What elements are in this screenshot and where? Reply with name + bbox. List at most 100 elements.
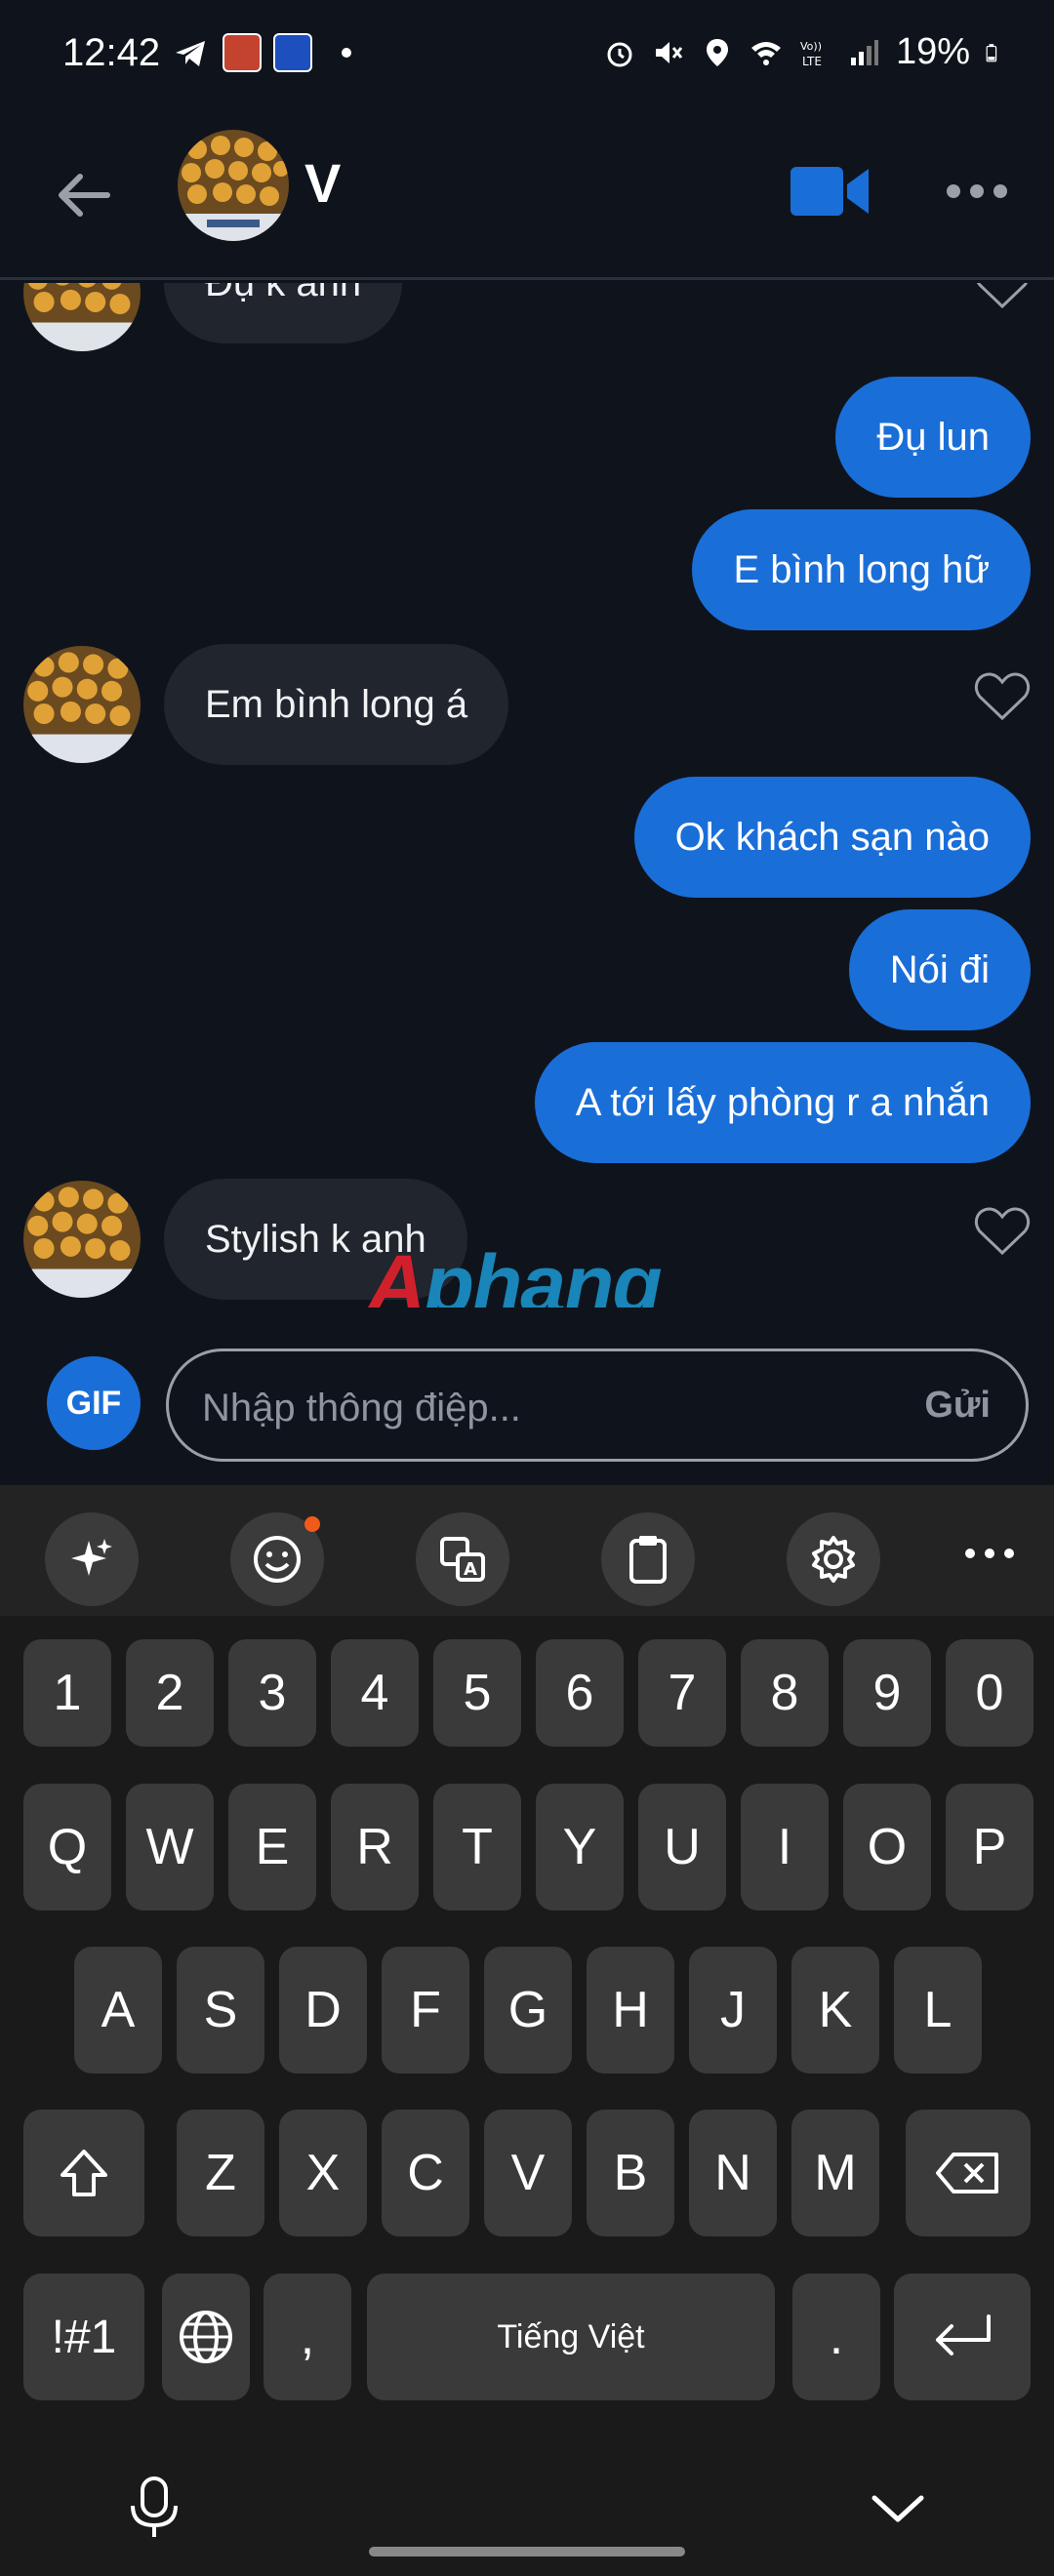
ai-sparkle-icon[interactable] [45, 1512, 139, 1606]
globe-icon [180, 2311, 232, 2363]
alarm-icon [607, 42, 632, 66]
key-o[interactable]: O [843, 1784, 931, 1911]
svg-text:LTE: LTE [802, 55, 822, 68]
key-p[interactable]: P [946, 1784, 1034, 1911]
key-t[interactable]: T [433, 1784, 521, 1911]
period-key[interactable]: . [792, 2274, 880, 2400]
key-3[interactable]: 3 [228, 1639, 316, 1747]
key-9[interactable]: 9 [843, 1639, 931, 1747]
sender-avatar[interactable] [23, 283, 141, 351]
key-g[interactable]: G [484, 1947, 572, 2073]
more-icon[interactable] [962, 1534, 1017, 1573]
heart-icon[interactable] [974, 283, 1031, 310]
key-b[interactable]: B [587, 2110, 674, 2236]
contact-avatar[interactable] [178, 130, 289, 241]
back-arrow-icon[interactable] [49, 161, 117, 229]
message-input[interactable]: Nhập thông điệp... Gửi [166, 1348, 1029, 1462]
key-s[interactable]: S [177, 1947, 264, 2073]
key-h[interactable]: H [587, 1947, 674, 2073]
contact-name[interactable]: V [304, 151, 341, 215]
enter-key[interactable] [894, 2274, 1031, 2400]
heart-icon[interactable] [974, 671, 1031, 722]
keyboard: A 1 2 3 4 5 6 7 8 9 0 Q W E R T Y U I O … [0, 1485, 1054, 2576]
gesture-nav-handle[interactable] [369, 2547, 685, 2556]
message-bubble-outgoing[interactable]: Đụ lun [835, 377, 1031, 498]
battery-icon [986, 43, 997, 61]
svg-text:Vo)): Vo)) [800, 40, 822, 53]
video-call-icon[interactable] [790, 161, 871, 221]
key-4[interactable]: 4 [331, 1639, 419, 1747]
avatar-image [23, 283, 141, 351]
key-r[interactable]: R [331, 1784, 419, 1911]
settings-icon[interactable] [787, 1512, 880, 1606]
key-6[interactable]: 6 [536, 1639, 624, 1747]
battery-percent: 19% [895, 31, 970, 72]
sender-avatar[interactable] [23, 646, 141, 763]
key-c[interactable]: C [382, 2110, 469, 2236]
key-k[interactable]: K [791, 1947, 879, 2073]
gif-button[interactable]: GIF [47, 1356, 141, 1450]
key-v[interactable]: V [484, 2110, 572, 2236]
heart-icon[interactable] [974, 1206, 1031, 1257]
key-n[interactable]: N [689, 2110, 777, 2236]
key-2[interactable]: 2 [126, 1639, 214, 1747]
hide-keyboard-icon[interactable] [869, 2492, 927, 2525]
f8bet-app-icon [273, 33, 312, 72]
chat-header: V [0, 112, 1054, 280]
more-options-icon[interactable] [945, 177, 1009, 206]
backspace-key[interactable] [906, 2110, 1031, 2236]
key-m[interactable]: M [791, 2110, 879, 2236]
sender-avatar[interactable] [23, 1181, 141, 1298]
avatar-image [23, 646, 141, 763]
message-bubble-outgoing[interactable]: A tới lấy phòng r a nhắn [534, 1042, 1031, 1163]
status-time: 12:42 [62, 31, 161, 74]
system-icons: Vo)) LTE 19% [603, 31, 1005, 73]
avatar-image [23, 1181, 141, 1298]
message-bubble-outgoing[interactable]: Ok khách sạn nào [633, 777, 1031, 898]
key-w[interactable]: W [126, 1784, 214, 1911]
key-y[interactable]: Y [536, 1784, 624, 1911]
message-bubble-outgoing[interactable]: E bình long hữ [692, 509, 1031, 630]
symbols-key[interactable]: !#1 [23, 2274, 144, 2400]
clipboard-icon[interactable] [601, 1512, 695, 1606]
key-i[interactable]: I [741, 1784, 829, 1911]
wifi-icon [750, 41, 781, 65]
emoji-icon[interactable] [230, 1512, 324, 1606]
key-7[interactable]: 7 [638, 1639, 726, 1747]
key-1[interactable]: 1 [23, 1639, 111, 1747]
avatar-image [178, 130, 289, 241]
telegram-icon [176, 41, 205, 66]
signal-icon [850, 39, 878, 65]
key-l[interactable]: L [894, 1947, 982, 2073]
space-key[interactable]: Tiếng Việt [367, 2274, 775, 2400]
key-a[interactable]: A [74, 1947, 162, 2073]
key-0[interactable]: 0 [946, 1639, 1034, 1747]
message-list[interactable]: Đụ k anh Đụ lun E bình long hữ Em bình l… [0, 283, 1054, 1308]
microphone-icon[interactable] [125, 2476, 183, 2539]
svg-text:A: A [464, 1559, 477, 1580]
status-bar: 12:42 Vo)) LTE 19% [0, 0, 1054, 112]
location-icon [706, 38, 728, 66]
key-8[interactable]: 8 [741, 1639, 829, 1747]
message-bubble-incoming[interactable]: Đụ k anh [164, 283, 403, 343]
key-d[interactable]: D [279, 1947, 367, 2073]
notification-icons [172, 33, 351, 72]
message-bubble-incoming[interactable]: Em bình long á [164, 644, 509, 765]
key-q[interactable]: Q [23, 1784, 111, 1911]
key-5[interactable]: 5 [433, 1639, 521, 1747]
backspace-icon [936, 2153, 998, 2194]
shift-key[interactable] [23, 2110, 144, 2236]
key-x[interactable]: X [279, 2110, 367, 2236]
message-bubble-outgoing[interactable]: Nói đi [848, 909, 1031, 1030]
key-f[interactable]: F [382, 1947, 469, 2073]
translate-icon[interactable]: A [416, 1512, 509, 1606]
key-e[interactable]: E [228, 1784, 316, 1911]
enter-icon [936, 2314, 991, 2355]
language-key[interactable] [162, 2274, 250, 2400]
key-j[interactable]: J [689, 1947, 777, 2073]
key-z[interactable]: Z [177, 2110, 264, 2236]
send-button[interactable]: Gửi [924, 1385, 991, 1427]
key-u[interactable]: U [638, 1784, 726, 1911]
volte-icon: Vo)) LTE [800, 40, 822, 68]
comma-key[interactable]: , [264, 2274, 351, 2400]
